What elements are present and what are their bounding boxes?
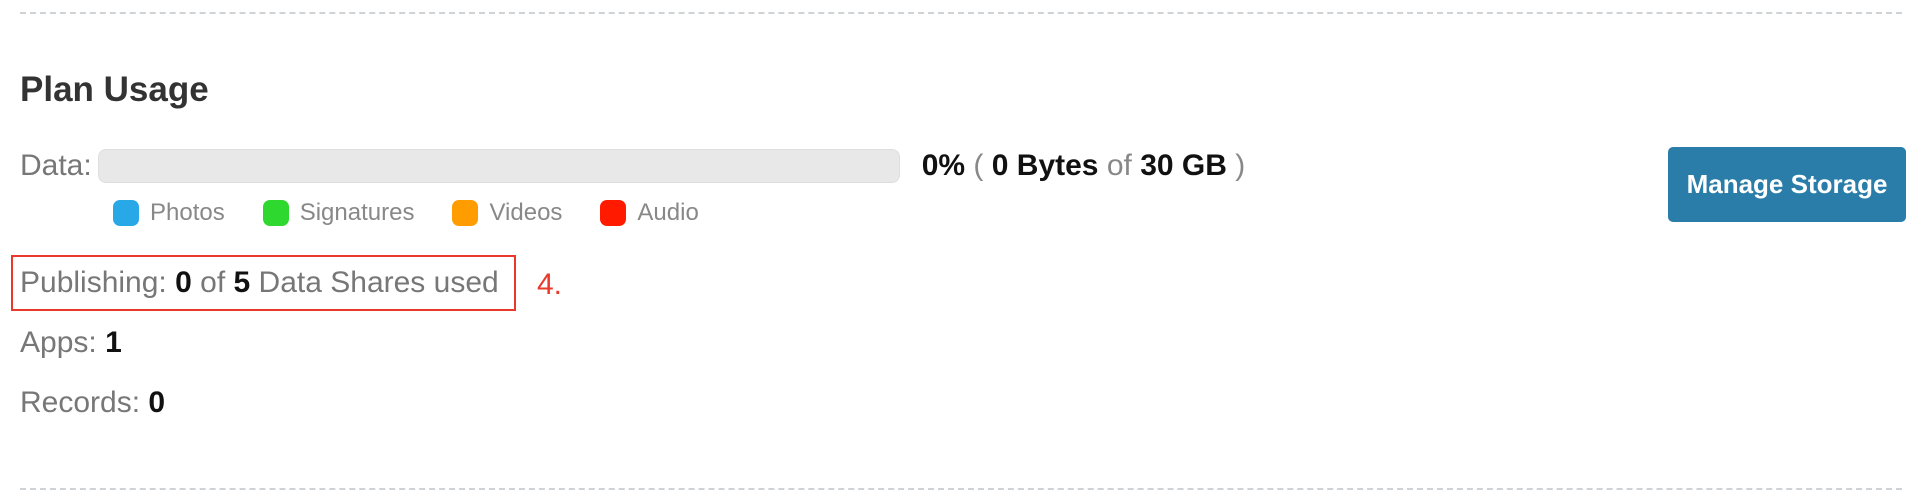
publishing-annotation-box [11,255,516,311]
legend-label-photos: Photos [150,199,225,226]
legend-label-signatures: Signatures [299,199,415,226]
usage-used-amount: 0 Bytes [991,149,1099,182]
data-usage-row: Data: 0% ( 0 Bytes of 30 GB ) [20,146,1245,186]
usage-total-amount: 30 GB [1140,149,1227,182]
legend-swatch-signatures [262,200,289,226]
records-value: 0 [148,386,166,419]
annotation-number: 4. [537,268,563,301]
legend-swatch-videos [452,200,479,226]
data-legend: Photos Signatures Videos Audio [113,198,737,228]
plan-usage-page: Plan Usage Data: 0% ( 0 Bytes of 30 GB )… [0,0,1920,500]
legend-item-signatures: Signatures [262,199,415,227]
usage-close-paren: ) [1235,149,1246,182]
records-stat: Records: 0 [20,386,165,420]
data-usage-summary: 0% ( 0 Bytes of 30 GB ) [922,149,1246,183]
usage-of: of [1106,149,1132,182]
legend-swatch-audio [600,200,627,226]
legend-item-photos: Photos [113,199,225,227]
top-dashed-divider [20,12,1902,14]
legend-item-audio: Audio [600,199,699,227]
bottom-dashed-divider [20,488,1902,490]
apps-value: 1 [105,326,122,359]
apps-stat: Apps: 1 [20,326,122,360]
data-usage-progress-bar [97,149,900,183]
records-label: Records: [20,386,141,419]
legend-swatch-photos [113,200,139,226]
usage-percent: 0% [921,149,966,182]
manage-storage-button[interactable]: Manage Storage [1668,147,1906,222]
apps-label: Apps: [20,326,97,359]
legend-item-videos: Videos [452,199,562,227]
plan-usage-title: Plan Usage [20,70,209,109]
data-label: Data: [20,149,92,182]
legend-label-audio: Audio [637,199,699,226]
legend-label-videos: Videos [489,199,563,226]
usage-open-paren: ( [973,149,984,182]
